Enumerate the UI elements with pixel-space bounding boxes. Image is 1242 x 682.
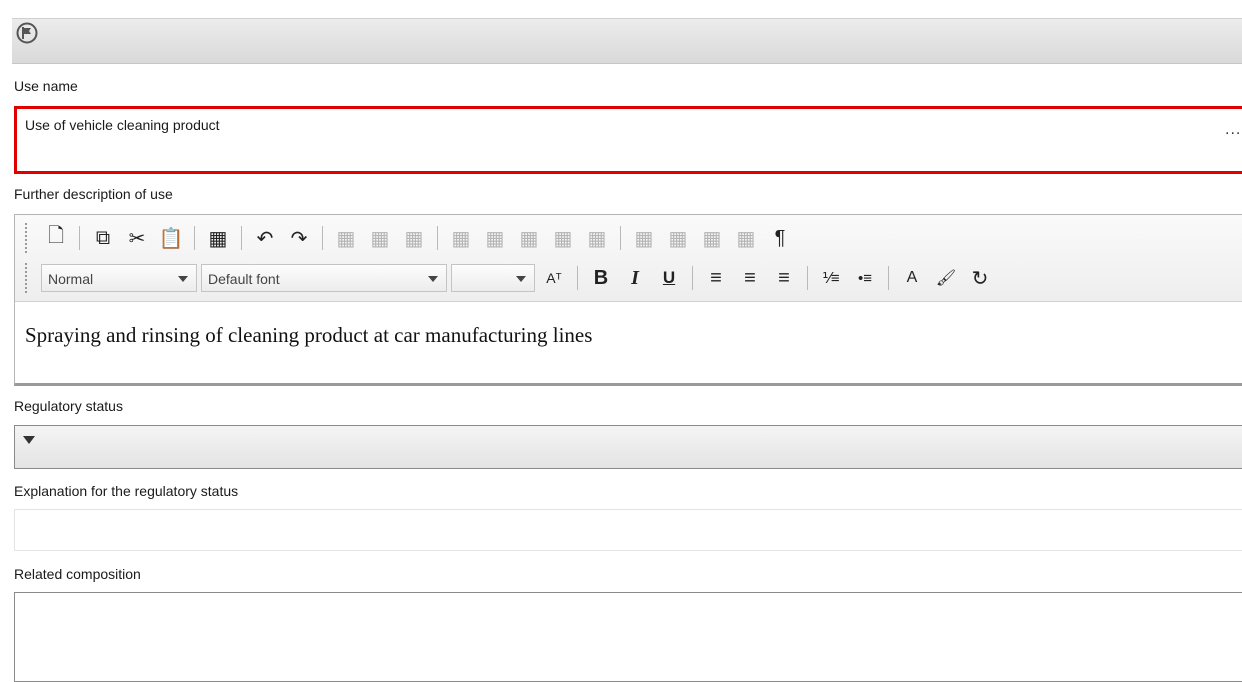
toolbar-separator — [888, 266, 889, 290]
toolbar-separator — [620, 226, 621, 250]
toolbar-row-1: 🗋 ⧉ ✂ 📋 ▦ ↶ ↷ ▦ ▦ ▦ ▦ ▦ ▦ ▦ ▦ ▦ ▦ ▦ ▦ ¶ — [41, 221, 799, 255]
chevron-down-icon — [428, 276, 438, 282]
toolbar-separator — [692, 266, 693, 290]
align-center-icon[interactable]: ≡ — [735, 263, 765, 293]
table-column-icon[interactable]: ▦ — [582, 223, 612, 253]
toolbar-separator — [577, 266, 578, 290]
underline-icon[interactable]: U — [654, 263, 684, 293]
toolbar-separator — [241, 226, 242, 250]
table-cell-icon[interactable]: ▦ — [629, 223, 659, 253]
rich-text-editor: 🗋 ⧉ ✂ 📋 ▦ ↶ ↷ ▦ ▦ ▦ ▦ ▦ ▦ ▦ ▦ ▦ ▦ ▦ ▦ ¶ — [14, 214, 1242, 386]
table-cell-icon[interactable]: ▦ — [663, 223, 693, 253]
toolbar-grip[interactable] — [25, 263, 31, 293]
explanation-input[interactable] — [14, 509, 1242, 551]
ordered-list-icon[interactable]: ⅟≡ — [816, 263, 846, 293]
toolbar-separator — [194, 226, 195, 250]
font-size-select[interactable] — [451, 264, 535, 292]
table-column-icon[interactable]: ▦ — [480, 223, 510, 253]
related-composition-label: Related composition — [14, 566, 141, 582]
use-name-label: Use name — [14, 78, 78, 94]
explanation-label: Explanation for the regulatory status — [14, 483, 239, 499]
editor-content[interactable]: Spraying and rinsing of cleaning product… — [25, 323, 592, 348]
toolbar-separator — [807, 266, 808, 290]
text-color-icon[interactable]: A — [897, 263, 927, 293]
align-right-icon[interactable]: ≡ — [769, 263, 799, 293]
toolbar-separator — [437, 226, 438, 250]
cut-icon[interactable]: ✂ — [122, 223, 152, 253]
clear-formatting-icon[interactable]: 🖌 — [931, 263, 961, 293]
related-composition-field[interactable] — [14, 592, 1242, 682]
chevron-down-icon — [178, 276, 188, 282]
font-family-select[interactable]: Default font — [201, 264, 447, 292]
bullet-list-icon[interactable]: •≡ — [850, 263, 880, 293]
bold-icon[interactable]: B — [586, 263, 616, 293]
editor-toolbar: 🗋 ⧉ ✂ 📋 ▦ ↶ ↷ ▦ ▦ ▦ ▦ ▦ ▦ ▦ ▦ ▦ ▦ ▦ ▦ ¶ — [15, 215, 1242, 302]
table-column-icon[interactable]: ▦ — [548, 223, 578, 253]
align-left-icon[interactable]: ≡ — [701, 263, 731, 293]
table-merge-icon[interactable]: ▦ — [446, 223, 476, 253]
undo-icon[interactable]: ↶ — [250, 223, 280, 253]
table-row-icon[interactable]: ▦ — [365, 223, 395, 253]
further-description-label: Further description of use — [14, 186, 173, 202]
copy-icon[interactable]: ⧉ — [88, 223, 118, 253]
new-document-icon[interactable]: 🗋 — [41, 223, 71, 253]
italic-icon[interactable]: I — [620, 263, 650, 293]
dropdown-arrow-icon[interactable] — [23, 436, 35, 444]
pilcrow-icon[interactable]: ¶ — [765, 223, 795, 253]
regulatory-status-select[interactable] — [14, 425, 1242, 469]
toolbar-grip[interactable] — [25, 223, 31, 253]
flag-icon[interactable] — [16, 22, 38, 44]
table-row-icon[interactable]: ▦ — [399, 223, 429, 253]
table-row-icon[interactable]: ▦ — [331, 223, 361, 253]
table-cell-icon[interactable]: ▦ — [731, 223, 761, 253]
font-size-icon[interactable]: Aᵀ — [539, 263, 569, 293]
use-name-field[interactable]: Use of vehicle cleaning product ... — [14, 106, 1242, 174]
table-cell-icon[interactable]: ▦ — [697, 223, 727, 253]
paragraph-style-value: Normal — [48, 271, 94, 287]
redo-icon[interactable]: ↷ — [284, 223, 314, 253]
regulatory-status-label: Regulatory status — [14, 398, 123, 414]
use-name-value: Use of vehicle cleaning product — [25, 117, 220, 133]
refresh-icon[interactable]: ↻ — [965, 263, 995, 293]
table-column-icon[interactable]: ▦ — [514, 223, 544, 253]
chevron-down-icon — [516, 276, 526, 282]
more-button[interactable]: ... — [1225, 121, 1241, 139]
paste-icon[interactable]: 📋 — [156, 223, 186, 253]
toolbar-separator — [79, 226, 80, 250]
font-family-value: Default font — [208, 271, 280, 287]
toolbar-row-2: Normal Default font Aᵀ B I U ≡ ≡ ≡ ⅟≡ •≡ — [41, 261, 999, 295]
section-header — [12, 18, 1242, 64]
paragraph-style-select[interactable]: Normal — [41, 264, 197, 292]
insert-table-icon[interactable]: ▦ — [203, 223, 233, 253]
toolbar-separator — [322, 226, 323, 250]
